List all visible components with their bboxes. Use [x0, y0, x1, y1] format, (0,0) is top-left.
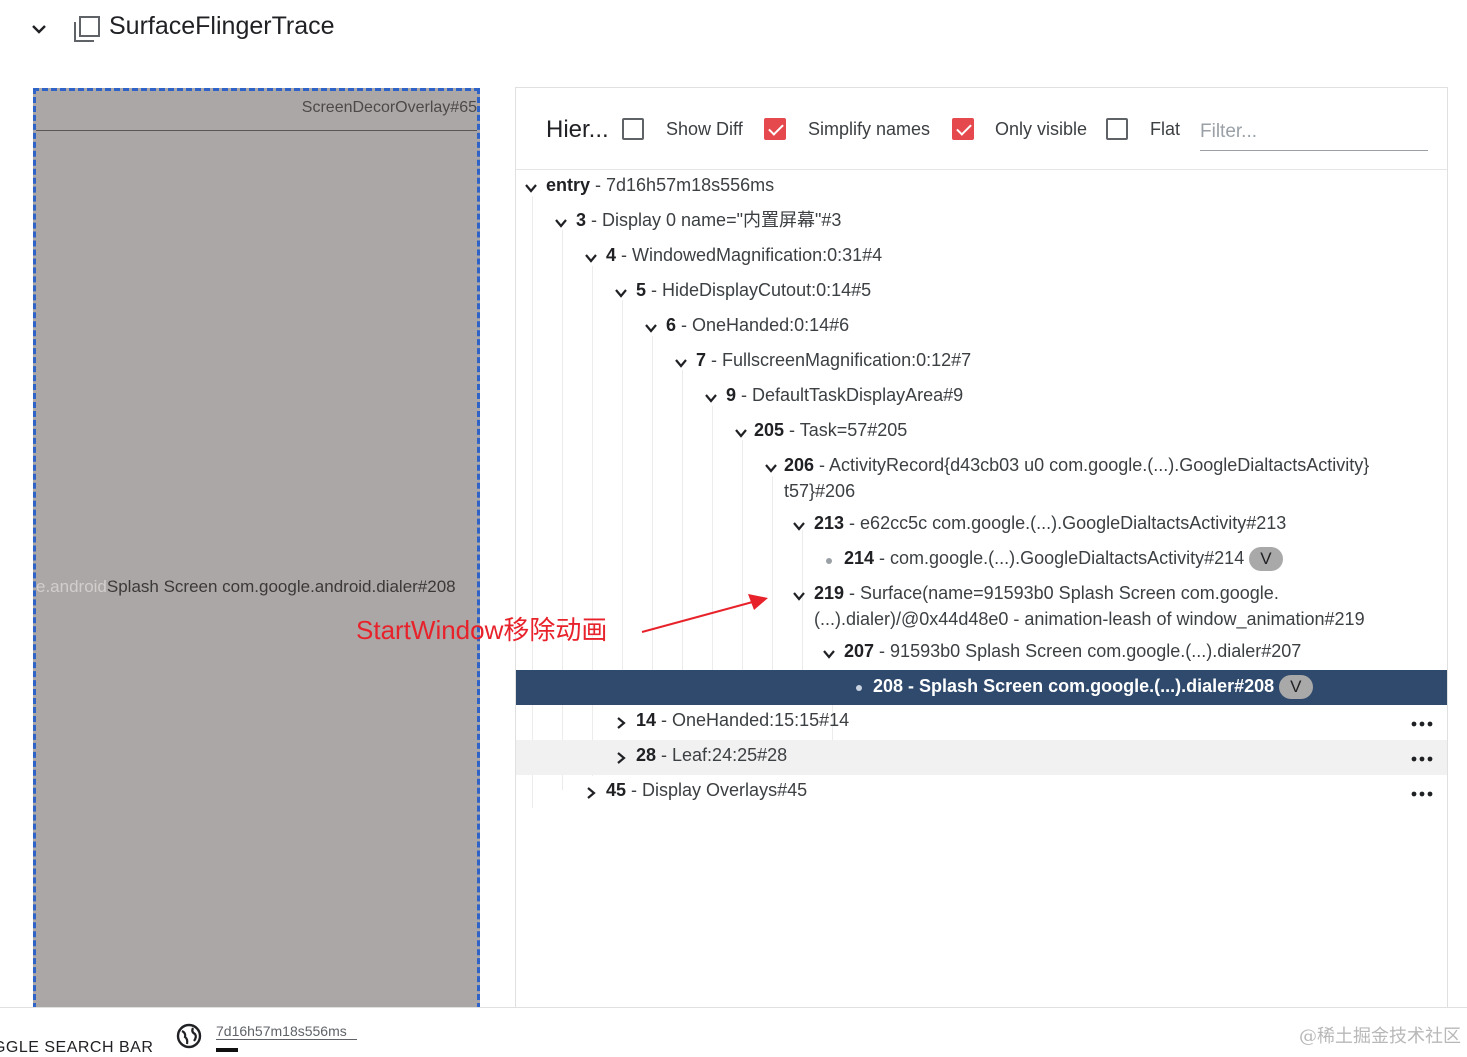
tree-node-label: 213 - e62cc5c com.google.(...).GoogleDia…: [814, 513, 1287, 533]
watermark: @稀土掘金技术社区: [1299, 1026, 1461, 1047]
filter-input[interactable]: [1200, 114, 1428, 151]
tree-node-label-cont: (...).dialer)/@0x44d48e0 - animation-lea…: [814, 609, 1365, 629]
chevron-down-icon[interactable]: [644, 321, 658, 335]
chevron-down-icon[interactable]: [704, 391, 718, 405]
preview-faded-label: e.android: [36, 577, 107, 596]
leaf-dot-icon: [826, 558, 832, 564]
simplify-names-label: Simplify names: [808, 119, 931, 139]
tree-row[interactable]: 3 - Display 0 name="内置屏幕"#3: [516, 205, 1447, 240]
chevron-right-icon[interactable]: [614, 751, 628, 765]
chevron-down-icon[interactable]: [734, 426, 748, 440]
chevron-down-icon[interactable]: [792, 589, 806, 603]
tree-node-label: 3 - Display 0 name="内置屏幕"#3: [576, 210, 842, 230]
tree-node-label: 45 - Display Overlays#45: [606, 780, 808, 800]
visible-badge: V: [1279, 675, 1313, 700]
chevron-down-icon[interactable]: [30, 20, 48, 38]
only-visible-checkbox[interactable]: [952, 118, 974, 140]
show-diff-label: Show Diff: [666, 119, 743, 139]
tree-row[interactable]: 9 - DefaultTaskDisplayArea#9: [516, 380, 1447, 415]
annotation-arrow-icon: [641, 594, 768, 633]
tree-node-label: 208 - Splash Screen com.google.(...).dia…: [873, 673, 1313, 700]
tree-node-label: 214 - com.google.(...).GoogleDialtactsAc…: [844, 545, 1283, 572]
preview-layer-divider: [36, 130, 477, 131]
timeline-marker: [216, 1048, 238, 1052]
tree-node-label: 205 - Task=57#205: [754, 420, 908, 440]
tree-row[interactable]: 207 - 91593b0 Splash Screen com.google.(…: [516, 636, 1447, 671]
bottom-bar: OGGLE SEARCH BAR 7d16h57m18s556ms @稀土掘金技…: [0, 1007, 1467, 1056]
chevron-down-icon[interactable]: [554, 216, 568, 230]
hierarchy-title: Hier...: [546, 116, 609, 143]
chevron-down-icon[interactable]: [674, 356, 688, 370]
more-options-icon[interactable]: [1411, 791, 1433, 797]
tree-row[interactable]: 213 - e62cc5c com.google.(...).GoogleDia…: [516, 508, 1447, 543]
bottom-layer-label: OGGLE SEARCH BAR: [0, 1039, 154, 1056]
trace-title: SurfaceFlingerTrace: [109, 12, 335, 40]
simplify-names-checkbox[interactable]: [764, 118, 786, 140]
tree-row[interactable]: 45 - Display Overlays#45: [516, 775, 1447, 810]
chevron-down-icon[interactable]: [524, 181, 538, 195]
leaf-dot-icon: [856, 685, 862, 691]
tree-row[interactable]: 14 - OneHanded:15:15#14: [516, 705, 1447, 740]
copy-icon: [74, 16, 100, 42]
tree-row[interactable]: 4 - WindowedMagnification:0:31#4: [516, 240, 1447, 275]
visible-badge: V: [1249, 547, 1283, 572]
tree-node-label-cont: t57}#206: [784, 481, 856, 501]
tree-node-label: 5 - HideDisplayCutout:0:14#5: [636, 280, 872, 300]
tree-node-label: 207 - 91593b0 Splash Screen com.google.(…: [844, 641, 1302, 661]
hierarchy-panel: Hier... Show Diff Simplify names Only vi…: [515, 87, 1448, 1017]
chevron-right-icon[interactable]: [614, 716, 628, 730]
flat-label: Flat: [1150, 119, 1181, 139]
tree-row[interactable]: 205 - Task=57#205: [516, 415, 1447, 450]
tree-row[interactable]: 5 - HideDisplayCutout:0:14#5: [516, 275, 1447, 310]
chevron-down-icon[interactable]: [584, 251, 598, 265]
hierarchy-toolbar: Hier... Show Diff Simplify names Only vi…: [516, 88, 1447, 170]
chevron-down-icon[interactable]: [822, 647, 836, 661]
preview-layer-label-top: ScreenDecorOverlay#65: [301, 99, 477, 116]
preview-splash-label: Splash Screen com.google.android.dialer#…: [106, 577, 456, 596]
chevron-down-icon[interactable]: [764, 461, 778, 475]
tree-node-label: 6 - OneHanded:0:14#6: [666, 315, 850, 335]
tree-node-label: 4 - WindowedMagnification:0:31#4: [606, 245, 883, 265]
tree-node-label: entry - 7d16h57m18s556ms: [546, 175, 775, 195]
flat-checkbox[interactable]: [1106, 118, 1128, 140]
preview-layer-label-mid: e.androidSplash Screen com.google.androi…: [36, 577, 477, 597]
tree-row[interactable]: 6 - OneHanded:0:14#6: [516, 310, 1447, 345]
globe-icon[interactable]: [176, 1023, 202, 1049]
tree-row[interactable]: 206 - ActivityRecord{d43cb03 u0 com.goog…: [516, 450, 1447, 508]
tree-node-label: 28 - Leaf:24:25#28: [636, 745, 788, 765]
chevron-down-icon[interactable]: [792, 519, 806, 533]
show-diff-checkbox[interactable]: [622, 118, 644, 140]
tree-row[interactable]: 214 - com.google.(...).GoogleDialtactsAc…: [516, 543, 1447, 578]
chevron-down-icon[interactable]: [614, 286, 628, 300]
only-visible-label: Only visible: [995, 119, 1088, 139]
tree-node-label: 9 - DefaultTaskDisplayArea#9: [726, 385, 964, 405]
tree-node-label: 219 - Surface(name=91593b0 Splash Screen…: [814, 583, 1279, 603]
tree-node-label: 206 - ActivityRecord{d43cb03 u0 com.goog…: [784, 455, 1370, 475]
tree-node-label: 7 - FullscreenMagnification:0:12#7: [696, 350, 972, 370]
more-options-icon[interactable]: [1411, 721, 1433, 727]
tree-row[interactable]: 7 - FullscreenMagnification:0:12#7: [516, 345, 1447, 380]
more-options-icon[interactable]: [1411, 756, 1433, 762]
timestamp-link[interactable]: 7d16h57m18s556ms: [216, 1023, 357, 1040]
tree-node-label: 14 - OneHanded:15:15#14: [636, 710, 850, 730]
tree-row[interactable]: entry - 7d16h57m18s556ms: [516, 170, 1447, 205]
layer-preview-canvas[interactable]: ScreenDecorOverlay#65 e.androidSplash Sc…: [33, 88, 480, 1018]
chevron-right-icon[interactable]: [584, 786, 598, 800]
tree-row[interactable]: 28 - Leaf:24:25#28: [516, 740, 1447, 775]
annotation-text: StartWindow移除动画: [356, 615, 608, 645]
tree-row-selected[interactable]: 208 - Splash Screen com.google.(...).dia…: [516, 670, 1447, 705]
